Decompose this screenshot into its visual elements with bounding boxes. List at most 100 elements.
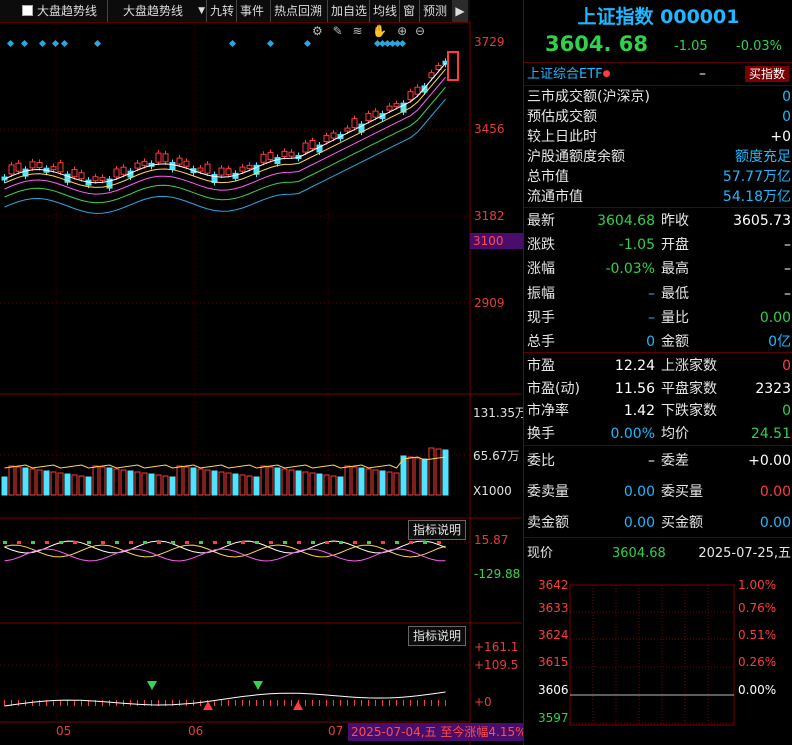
indicator-marker bbox=[59, 541, 63, 544]
market-info-row: 流通市值 54.18万亿 bbox=[527, 189, 791, 205]
volume-bar bbox=[330, 475, 337, 496]
toolbar-button-jiuzhuan[interactable]: 九转 bbox=[206, 0, 234, 22]
event-marker[interactable] bbox=[60, 39, 69, 48]
volume-bar bbox=[428, 447, 435, 496]
candle bbox=[169, 162, 176, 171]
gear-icon[interactable]: ⚙ bbox=[312, 24, 323, 38]
month-label: 06 bbox=[188, 724, 204, 738]
volume-bar bbox=[435, 448, 442, 496]
event-marker[interactable] bbox=[93, 39, 102, 48]
toolbar-button-hotspot[interactable]: 热点回溯 bbox=[270, 0, 322, 22]
indicator-marker bbox=[45, 541, 49, 544]
indicator-marker bbox=[227, 541, 231, 544]
candle bbox=[260, 153, 267, 163]
moving-average-line bbox=[4, 86, 446, 204]
volume-bar bbox=[64, 473, 71, 496]
volume-bar bbox=[148, 473, 155, 496]
price-axis-label: 3729 bbox=[474, 35, 505, 49]
candle bbox=[344, 127, 351, 132]
layers-icon[interactable]: ≋ bbox=[352, 24, 362, 38]
volume-bar bbox=[274, 467, 281, 496]
volume-bar bbox=[414, 457, 421, 496]
indicator-axis-label: +0 bbox=[474, 695, 492, 709]
hand-icon[interactable]: ✋ bbox=[372, 24, 387, 38]
etf-row[interactable]: 上证综合ETF● – 买指数 bbox=[527, 64, 791, 84]
indicator-marker bbox=[423, 541, 427, 544]
candle bbox=[50, 166, 57, 171]
indicator-help-button[interactable]: 指标说明 bbox=[408, 520, 467, 540]
intraday-price-label: 3624 bbox=[538, 628, 569, 642]
event-marker[interactable] bbox=[38, 39, 47, 48]
volume-bar bbox=[421, 458, 428, 496]
volume-bar bbox=[344, 465, 351, 496]
indicator-axis-label: +161.1 bbox=[474, 640, 519, 654]
price-axis-label: 3456 bbox=[474, 122, 505, 136]
candle bbox=[218, 167, 225, 176]
order-row: 委卖量 0.00 委买量 0.00 bbox=[527, 484, 791, 500]
intraday-price-label: 3633 bbox=[538, 601, 569, 615]
event-marker[interactable] bbox=[398, 39, 407, 48]
intraday-pct-label: 0.76% bbox=[738, 601, 777, 615]
indicator-marker bbox=[283, 541, 287, 544]
candle bbox=[57, 162, 64, 173]
volume-bar bbox=[22, 467, 29, 496]
zoom-in-icon[interactable]: ⊕ bbox=[397, 24, 407, 38]
buy-index-button[interactable]: 买指数 bbox=[744, 66, 789, 82]
indicator-help-button[interactable]: 指标说明 bbox=[408, 626, 467, 646]
indicator-marker bbox=[87, 541, 91, 544]
zoom-out-icon[interactable]: ⊖ bbox=[415, 24, 425, 38]
candle bbox=[414, 86, 421, 95]
quote-row: 最新 3604.68 昨收 3605.73 bbox=[527, 213, 791, 229]
volume-axis-label: 131.35万 bbox=[473, 406, 527, 420]
kline-chart-area[interactable]: ⚙ ✎ ≋ ✋ ⊕ ⊖ 3729 3456 3182 3100 2909 131… bbox=[0, 22, 528, 745]
candle bbox=[120, 166, 127, 175]
trend-line-checkbox[interactable]: 大盘趋势线 bbox=[22, 0, 97, 22]
candle bbox=[15, 162, 22, 172]
indicator-marker bbox=[199, 541, 203, 544]
volume-bar bbox=[120, 469, 127, 496]
candle bbox=[92, 176, 99, 182]
intraday-pct-label: 0.51% bbox=[738, 628, 777, 642]
event-marker[interactable] bbox=[228, 39, 237, 48]
candle bbox=[393, 103, 400, 108]
volume-bar bbox=[309, 472, 316, 496]
candle bbox=[330, 132, 337, 139]
pen-icon[interactable]: ✎ bbox=[333, 24, 343, 38]
toolbar-button-add-watchlist[interactable]: 加自选 bbox=[327, 0, 367, 22]
volume-bar bbox=[225, 472, 232, 496]
indicator-marker bbox=[185, 541, 189, 544]
indicator-marker bbox=[157, 541, 161, 544]
event-marker[interactable] bbox=[6, 39, 15, 48]
toolbar-button-events[interactable]: 事件 bbox=[236, 0, 264, 22]
panel-collapse-icon[interactable]: ▶ bbox=[452, 0, 468, 22]
market-info-row: 总市值 57.77万亿 bbox=[527, 169, 791, 185]
volume-bar bbox=[239, 474, 246, 496]
candle bbox=[267, 152, 274, 161]
event-marker[interactable] bbox=[20, 39, 29, 48]
indicator-axis-label: 15.87 bbox=[474, 533, 509, 547]
candle bbox=[281, 150, 288, 157]
intraday-pct-label: 0.00% bbox=[738, 683, 777, 697]
toolbar-button-forecast[interactable]: 预测 bbox=[419, 0, 447, 22]
quote-row: 现手 – 量比 0.00 bbox=[527, 309, 791, 326]
event-marker[interactable] bbox=[266, 39, 275, 48]
event-marker[interactable] bbox=[51, 39, 60, 48]
volume-bar bbox=[365, 468, 372, 496]
candle bbox=[407, 91, 414, 101]
indicator-marker bbox=[325, 541, 329, 544]
event-marker[interactable] bbox=[303, 39, 312, 48]
toolbar-button-ma[interactable]: 均线 bbox=[369, 0, 397, 22]
price-change-pct: -0.03% bbox=[736, 39, 782, 54]
candle bbox=[309, 140, 316, 150]
stats-row: 市盈 12.24 上涨家数 0 bbox=[527, 358, 791, 374]
trend-line-dropdown[interactable]: 大盘趋势线 ▼ bbox=[107, 0, 207, 22]
volume-bar bbox=[407, 456, 414, 496]
volume-bar bbox=[386, 471, 393, 496]
toolbar-button-window[interactable]: 窗 bbox=[399, 0, 415, 22]
market-info-row: 沪股通额度余额 额度充足 bbox=[527, 149, 791, 165]
order-row: 卖金额 0.00 买金额 0.00 bbox=[527, 515, 791, 531]
candle bbox=[176, 157, 183, 165]
index-title: 上证指数 000001 bbox=[577, 6, 740, 28]
indicator-marker bbox=[17, 541, 21, 544]
candle bbox=[113, 168, 120, 178]
